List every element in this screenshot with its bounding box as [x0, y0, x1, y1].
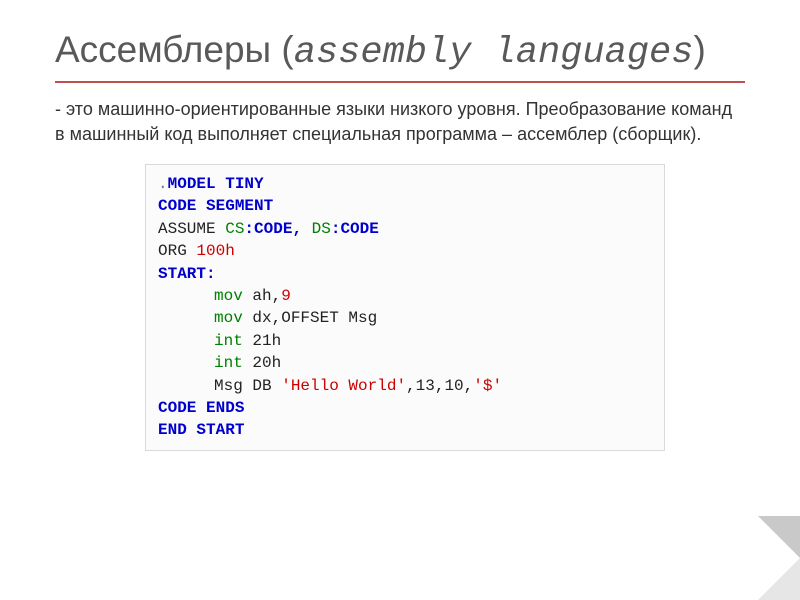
code-token: ,13,10, — [406, 377, 473, 395]
code-token: MODEL TINY — [168, 175, 264, 193]
code-token: CODE SEGMENT — [158, 197, 273, 215]
code-token: , — [292, 220, 311, 238]
code-token: CODE ENDS — [158, 399, 244, 417]
code-token: mov — [214, 309, 243, 327]
title-paren-open: ( — [271, 29, 294, 70]
code-token: START — [158, 265, 206, 283]
code-token: dx,OFFSET Msg — [243, 309, 377, 327]
code-token: int — [214, 354, 243, 372]
code-token: ASSUME — [158, 220, 225, 238]
code-token: int — [214, 332, 243, 350]
code-token: 21h — [243, 332, 281, 350]
code-token: ah, — [243, 287, 281, 305]
page-corner-fold — [758, 558, 800, 600]
code-token: : — [244, 220, 254, 238]
code-token: mov — [214, 287, 243, 305]
code-token: 20h — [243, 354, 281, 372]
title-main: Ассемблеры — [55, 29, 271, 70]
slide: Ассемблеры (assembly languages) - это ма… — [0, 0, 800, 600]
slide-title: Ассемблеры (assembly languages) — [55, 28, 745, 75]
code-token: : — [206, 265, 216, 283]
code-block: .MODEL TINY CODE SEGMENT ASSUME CS:CODE,… — [145, 164, 665, 451]
code-token: ORG — [158, 242, 196, 260]
code-token: CODE — [340, 220, 378, 238]
code-token: DS — [312, 220, 331, 238]
code-token: END — [158, 421, 196, 439]
slide-description: - это машинно-ориентированные языки низк… — [55, 97, 745, 146]
code-token: : — [331, 220, 341, 238]
code-token: 'Hello World' — [281, 377, 406, 395]
code-token: . — [158, 175, 168, 193]
code-token: 100h — [196, 242, 234, 260]
code-token: 9 — [281, 287, 291, 305]
code-token: Msg DB — [214, 377, 281, 395]
title-underline — [55, 81, 745, 83]
title-paren-close: ) — [693, 29, 705, 70]
title-subtitle: assembly languages — [294, 32, 694, 74]
code-token: CODE — [254, 220, 292, 238]
code-token: CS — [225, 220, 244, 238]
code-token: '$' — [473, 377, 502, 395]
code-token: START — [196, 421, 244, 439]
